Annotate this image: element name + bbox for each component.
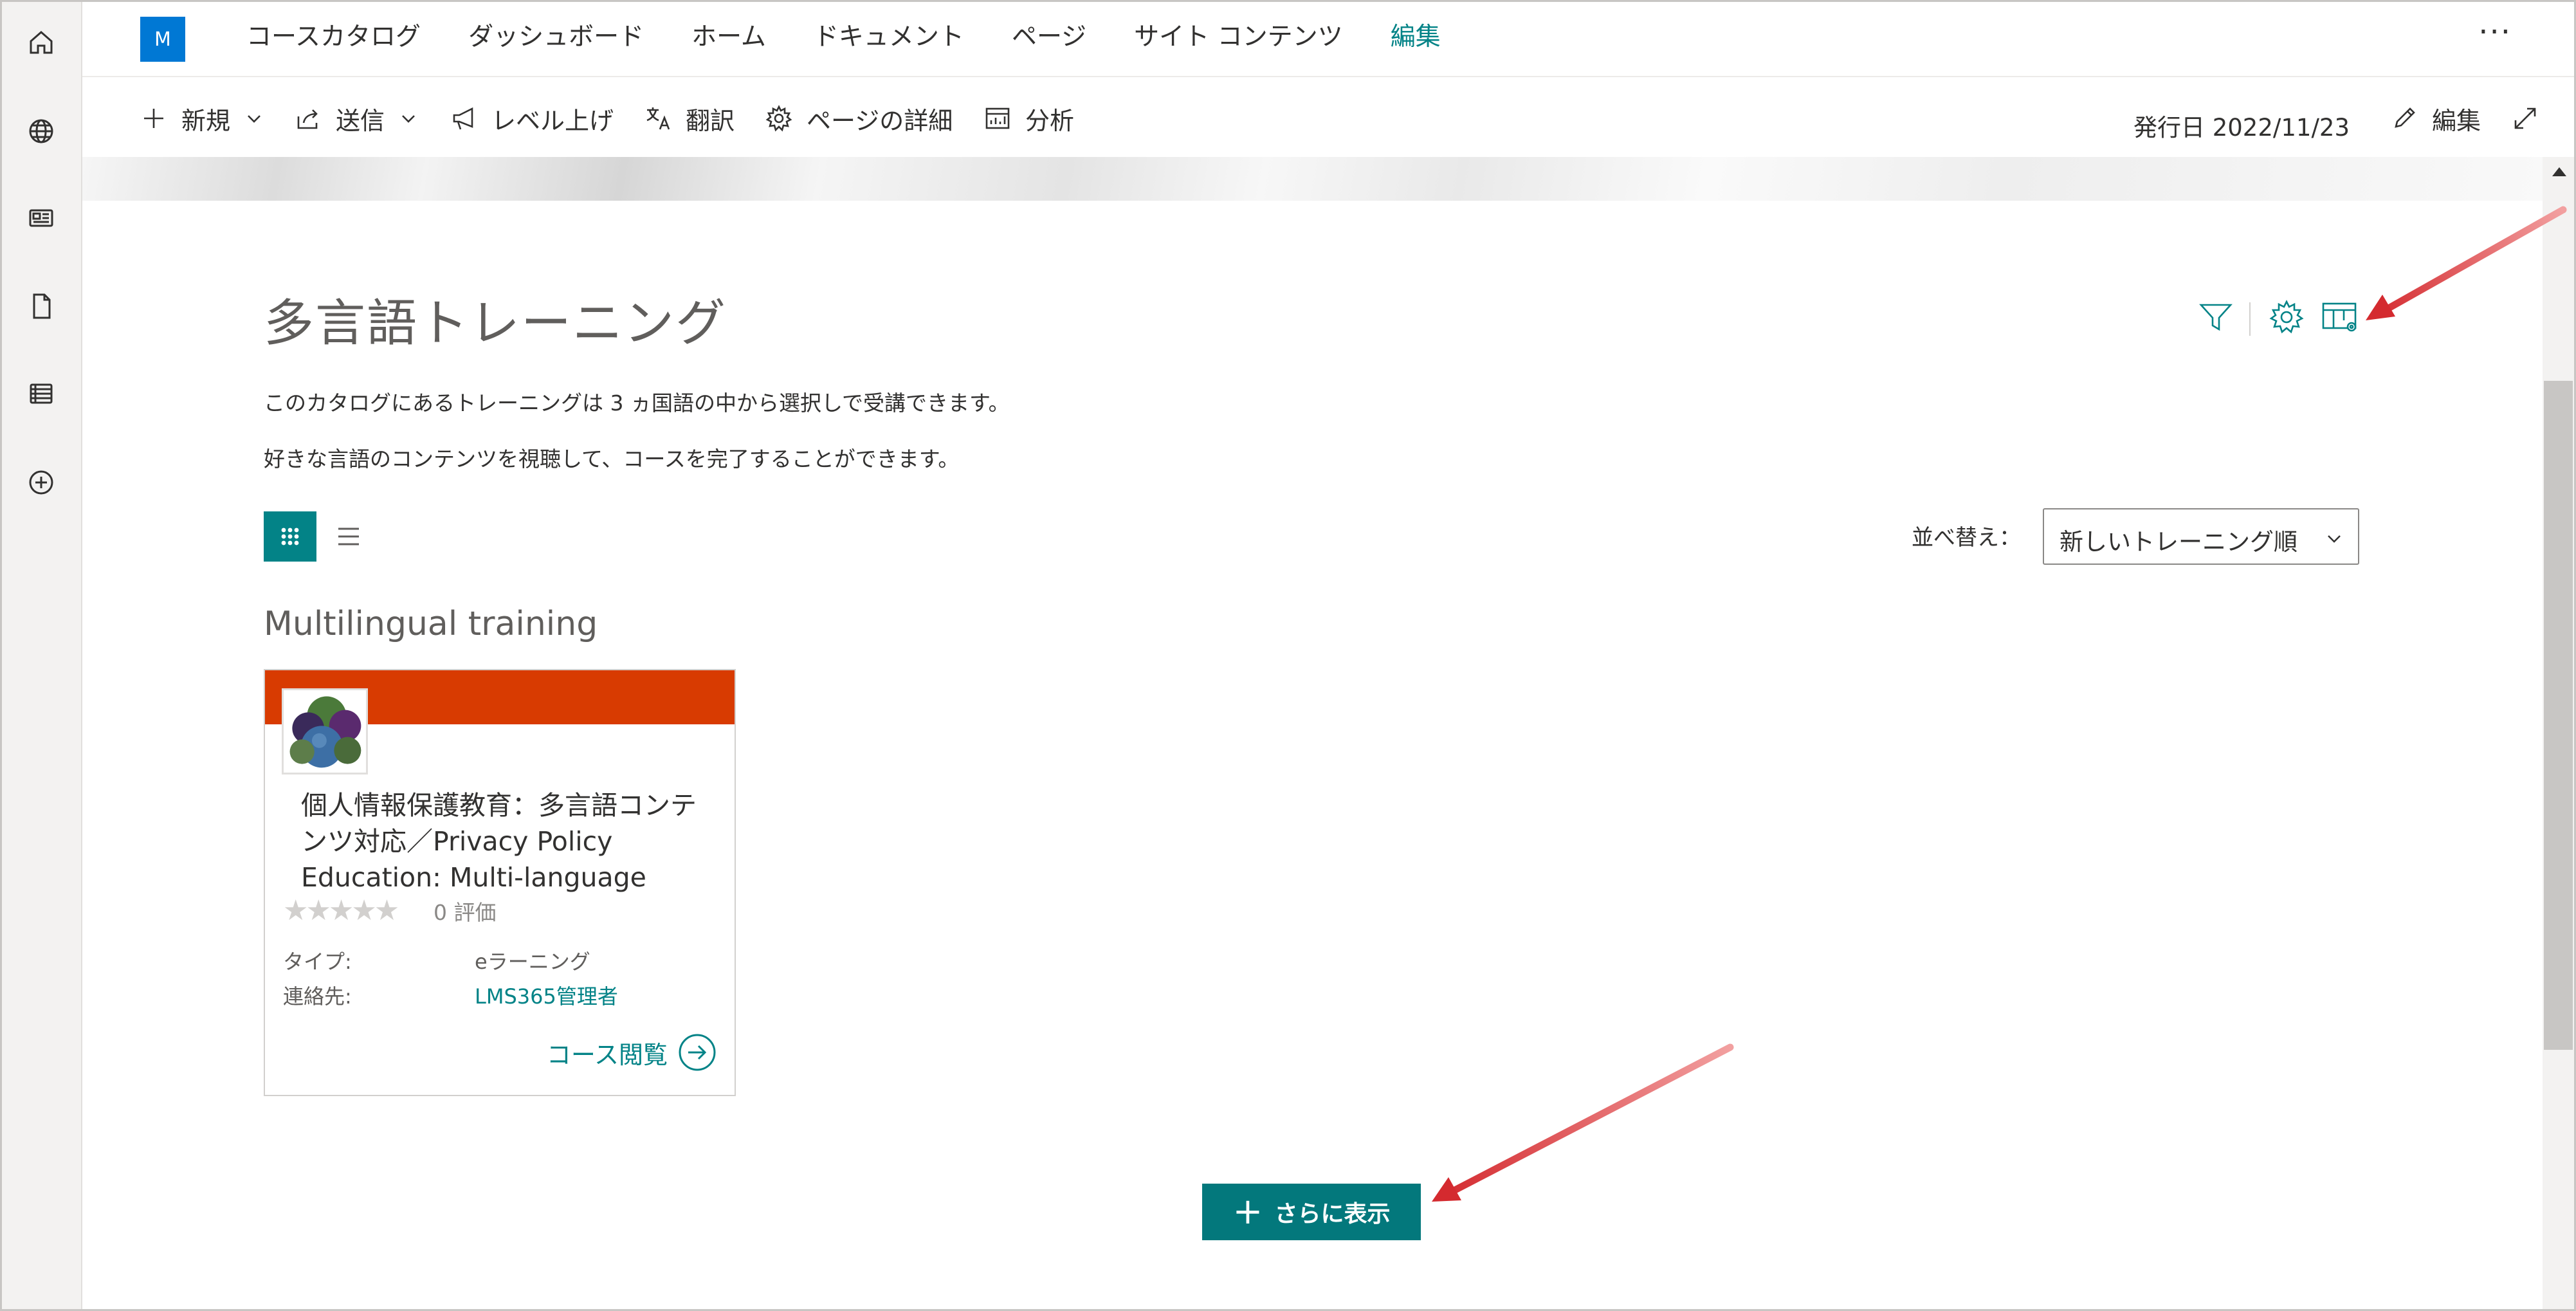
filter-button[interactable] xyxy=(2196,297,2236,340)
more-options-icon[interactable]: ··· xyxy=(2478,14,2512,50)
contact-label: 連絡先: xyxy=(283,984,352,1009)
chevron-down-icon xyxy=(402,115,415,123)
rating-stars[interactable]: ★★★★★ xyxy=(283,894,399,927)
nav-site-contents[interactable]: サイト コンテンツ xyxy=(1134,17,1342,53)
settings-button[interactable] xyxy=(2267,297,2307,340)
promote-button[interactable]: レベル上げ xyxy=(449,100,614,136)
plus-icon: + xyxy=(1232,1191,1263,1233)
megaphone-icon xyxy=(453,107,473,130)
document-icon[interactable] xyxy=(19,284,63,328)
nav-home[interactable]: ホーム xyxy=(691,17,766,53)
sort-dropdown[interactable]: 新しいトレーニング順 xyxy=(2043,508,2359,565)
expand-button[interactable] xyxy=(2510,100,2553,136)
list-icon[interactable] xyxy=(19,372,63,416)
scrollbar-thumb[interactable] xyxy=(2544,381,2573,1050)
gear-icon xyxy=(2269,300,2304,334)
arrow-right-circle-icon xyxy=(679,1034,716,1071)
browse-course-label: コース閲覧 xyxy=(546,1040,668,1069)
send-button[interactable]: 送信 xyxy=(293,100,418,136)
table-settings-icon xyxy=(2322,302,2357,332)
new-button[interactable]: 新規 xyxy=(139,100,264,136)
promote-label: レベル上げ xyxy=(491,106,614,135)
list-view-button[interactable] xyxy=(329,511,368,562)
gear-icon xyxy=(765,105,792,132)
grid-view-button[interactable] xyxy=(264,511,316,562)
site-nav: コースカタログ ダッシュボード ホーム ドキュメント ページ サイト コンテンツ… xyxy=(246,17,1488,53)
news-icon[interactable] xyxy=(19,196,63,240)
hero-banner xyxy=(82,157,2543,201)
list-view-icon xyxy=(338,527,359,545)
published-date: 発行日 2022/11/23 xyxy=(2133,114,2350,142)
nav-dashboard[interactable]: ダッシュボード xyxy=(468,17,644,53)
edit-label: 編集 xyxy=(2431,106,2481,135)
filter-icon xyxy=(2199,304,2233,331)
course-title[interactable]: 個人情報保護教育：多言語コンテンツ対応／Privacy Policy Educa… xyxy=(301,787,713,895)
app-bar xyxy=(0,0,82,1311)
show-more-label: さらに表示 xyxy=(1274,1201,1391,1227)
course-card[interactable]: 個人情報保護教育：多言語コンテンツ対応／Privacy Policy Educa… xyxy=(264,669,736,1096)
sort-value: 新しいトレーニング順 xyxy=(2060,528,2297,556)
command-bar: 新規 送信 レベル上げ 翻訳 ページの詳細 分析 発行日 2022/11/23 … xyxy=(82,77,2576,157)
show-more-button[interactable]: + さらに表示 xyxy=(1202,1184,1421,1240)
chevron-down-icon xyxy=(248,115,260,123)
nav-edit[interactable]: 編集 xyxy=(1391,17,1441,53)
edit-button[interactable]: 編集 xyxy=(2389,100,2481,136)
nav-course-catalog[interactable]: コースカタログ xyxy=(246,17,421,53)
chevron-down-icon xyxy=(2328,535,2341,543)
grid-icon xyxy=(281,527,299,545)
translate-label: 翻訳 xyxy=(686,106,735,135)
webpart-title: 多言語トレーニング xyxy=(264,295,727,353)
page-details-label: ページの詳細 xyxy=(807,106,953,135)
type-label: タイプ: xyxy=(283,949,352,974)
scroll-up-icon[interactable] xyxy=(2552,167,2566,176)
group-title: Multilingual training xyxy=(264,605,598,643)
contact-link[interactable]: LMS365管理者 xyxy=(475,980,618,1010)
site-logo-letter: M xyxy=(154,28,171,51)
course-thumbnail xyxy=(282,688,368,775)
home-icon[interactable] xyxy=(19,21,63,64)
expand-icon xyxy=(2514,107,2536,129)
site-logo[interactable]: M xyxy=(140,17,185,62)
rating-count: 0 評価 xyxy=(434,900,497,925)
description-line-1: このカタログにあるトレーニングは 3 ヵ国語の中から選択しで受講できます。 xyxy=(264,390,1010,416)
nav-pages[interactable]: ページ xyxy=(1012,17,1086,53)
plus-icon xyxy=(144,109,163,128)
arrow-to-layout-settings xyxy=(2366,206,2567,320)
nav-documents[interactable]: ドキュメント xyxy=(814,17,964,53)
site-header: M コースカタログ ダッシュボード ホーム ドキュメント ページ サイト コンテ… xyxy=(82,0,2576,77)
globe-icon[interactable] xyxy=(19,109,63,153)
page-details-button[interactable]: ページの詳細 xyxy=(764,100,953,136)
translate-button[interactable]: 翻訳 xyxy=(643,100,735,136)
analytics-button[interactable]: 分析 xyxy=(983,100,1074,136)
pencil-icon xyxy=(2395,107,2415,128)
new-label: 新規 xyxy=(181,106,231,135)
translate-icon xyxy=(646,107,670,130)
toolbar-divider xyxy=(2249,302,2251,336)
type-value: eラーニング xyxy=(475,949,590,974)
add-icon[interactable] xyxy=(19,461,63,504)
description-line-2: 好きな言語のコンテンツを視聴して、コースを完了することができます。 xyxy=(264,446,960,472)
analytics-icon xyxy=(985,107,1010,129)
arrow-to-show-more xyxy=(1432,1043,1734,1202)
browse-course-link[interactable]: コース閲覧 xyxy=(547,1032,718,1073)
share-icon xyxy=(297,109,318,129)
analytics-label: 分析 xyxy=(1025,106,1075,135)
layout-settings-button[interactable] xyxy=(2321,297,2361,340)
send-label: 送信 xyxy=(336,106,385,135)
sort-label: 並べ替え： xyxy=(1912,525,2021,551)
